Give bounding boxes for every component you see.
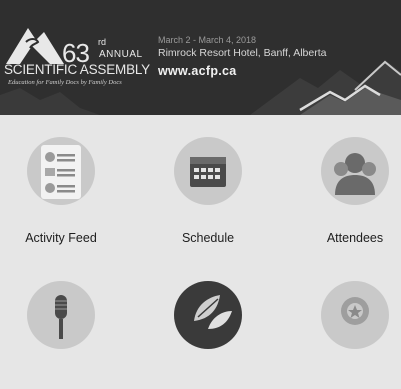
awards-tile[interactable] xyxy=(290,259,401,389)
speakers-tile[interactable] xyxy=(0,259,126,389)
activity-feed-icon xyxy=(27,137,95,205)
schedule-tile[interactable]: Schedule xyxy=(143,115,273,245)
logo-annual: ANNUAL xyxy=(99,49,143,60)
attendees-tile[interactable]: Attendees xyxy=(290,115,401,245)
event-dates: March 2 - March 4, 2018 xyxy=(158,35,257,45)
event-venue: Rimrock Resort Hotel, Banff, Alberta xyxy=(158,47,327,59)
activity-feed-tile[interactable]: Activity Feed xyxy=(0,115,126,245)
menu-grid: Activity Feed Schedule Attendees xyxy=(0,115,401,349)
leaves-icon xyxy=(174,281,242,349)
microphone-icon xyxy=(27,281,95,349)
activity-feed-label: Activity Feed xyxy=(25,231,97,245)
event-banner: 63 rd ANNUAL SCIENTIFIC ASSEMBLY Educati… xyxy=(0,0,401,115)
event-url[interactable]: www.acfp.ca xyxy=(158,64,237,78)
assembly-logo: 63 rd ANNUAL SCIENTIFIC ASSEMBLY Educati… xyxy=(0,10,160,100)
schedule-label: Schedule xyxy=(181,231,235,245)
badge-icon xyxy=(321,281,389,349)
sponsors-tile[interactable] xyxy=(143,259,273,389)
people-icon xyxy=(321,137,389,205)
attendees-label: Attendees xyxy=(326,231,384,245)
logo-superscript: rd xyxy=(98,37,107,47)
calendar-icon xyxy=(174,137,242,205)
logo-tagline: Education for Family Docs by Family Docs xyxy=(8,79,122,86)
logo-assembly-title: SCIENTIFIC ASSEMBLY xyxy=(4,62,150,77)
